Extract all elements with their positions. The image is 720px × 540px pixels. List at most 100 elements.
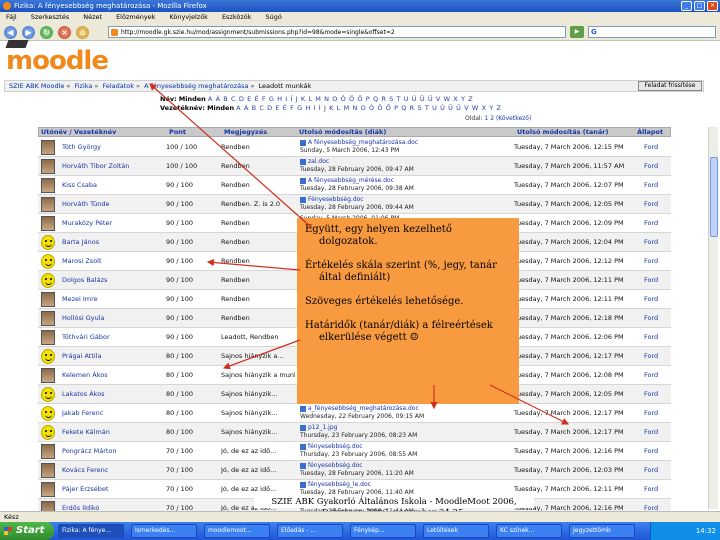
menu-bookmarks[interactable]: Könyvjelzők	[169, 12, 208, 23]
scrollbar-thumb[interactable]	[710, 157, 718, 237]
grade-value[interactable]: 90 / 100	[166, 328, 218, 347]
user-photo[interactable]	[41, 159, 55, 174]
grade-value[interactable]: 100 / 100	[166, 157, 218, 176]
grade-status-link[interactable]: Ford	[644, 138, 668, 157]
grade-value[interactable]: 80 / 100	[166, 366, 218, 385]
grade-status-link[interactable]: Ford	[644, 442, 668, 461]
submitted-file-link[interactable]: Fényesebbség.doc	[308, 196, 364, 203]
user-photo[interactable]	[41, 216, 55, 231]
breadcrumb-site[interactable]: SZIE ABK Moodle	[9, 82, 64, 90]
student-name[interactable]: Jakab Ferenc	[62, 404, 162, 423]
go-button[interactable]: ▶	[570, 26, 584, 38]
user-smiley-icon[interactable]	[41, 273, 55, 288]
taskbar-item[interactable]: Jegyzettömb	[569, 524, 635, 538]
grade-value[interactable]: 70 / 100	[166, 480, 218, 499]
forward-icon[interactable]: ▶	[22, 26, 35, 39]
first-name-filter-letters[interactable]: A Á B C D E É F G H I Í J K L M N O Ó Ö …	[208, 95, 473, 103]
grade-status-link[interactable]: Ford	[644, 233, 668, 252]
header-grade[interactable]: Pont	[169, 128, 186, 137]
user-photo[interactable]	[41, 178, 55, 193]
submitted-file-link[interactable]: fényesebbség_le.doc	[308, 481, 371, 488]
grade-value[interactable]: 90 / 100	[166, 195, 218, 214]
grade-status-link[interactable]: Ford	[644, 328, 668, 347]
grade-value[interactable]: 90 / 100	[166, 214, 218, 233]
grade-value[interactable]: 90 / 100	[166, 252, 218, 271]
breadcrumb-course[interactable]: Fizika	[74, 82, 92, 90]
grade-value[interactable]: 80 / 100	[166, 423, 218, 442]
user-smiley-icon[interactable]	[41, 254, 55, 269]
update-assignment-button[interactable]: Feladat frissítése	[638, 81, 702, 91]
header-student-modified[interactable]: Utolsó módosítás (diák)	[299, 128, 386, 137]
user-photo[interactable]	[41, 197, 55, 212]
grade-status-link[interactable]: Ford	[644, 404, 668, 423]
student-name[interactable]: Lakatos Ákos	[62, 385, 162, 404]
submitted-file-link[interactable]: fényesebbség.doc	[308, 462, 363, 469]
user-photo[interactable]	[41, 482, 55, 497]
student-name[interactable]: Mezei Imre	[62, 290, 162, 309]
grade-value[interactable]: 90 / 100	[166, 271, 218, 290]
submitted-file-link[interactable]: A fényesebbség_meghatározása.doc	[308, 139, 418, 146]
student-name[interactable]: Kelemen Ákos	[62, 366, 162, 385]
grade-status-link[interactable]: Ford	[644, 252, 668, 271]
grade-value[interactable]: 100 / 100	[166, 138, 218, 157]
submitted-file-link[interactable]: A fényesebbség_mérése.doc	[308, 177, 394, 184]
grade-value[interactable]: 70 / 100	[166, 442, 218, 461]
grade-status-link[interactable]: Ford	[644, 309, 668, 328]
user-smiley-icon[interactable]	[41, 387, 55, 402]
grade-status-link[interactable]: Ford	[644, 480, 668, 499]
grade-status-link[interactable]: Ford	[644, 290, 668, 309]
menu-edit[interactable]: Szerkesztés	[31, 12, 69, 23]
header-status[interactable]: Állapot	[637, 128, 663, 137]
student-name[interactable]: Hollósi Gyula	[62, 309, 162, 328]
student-name[interactable]: Pongrácz Márton	[62, 442, 162, 461]
moodle-logo[interactable]: moodle	[5, 40, 109, 76]
user-photo[interactable]	[41, 140, 55, 155]
grade-status-link[interactable]: Ford	[644, 461, 668, 480]
grade-value[interactable]: 80 / 100	[166, 385, 218, 404]
menu-tools[interactable]: Eszközök	[222, 12, 252, 23]
grade-status-link[interactable]: Ford	[644, 423, 668, 442]
menu-view[interactable]: Nézet	[83, 12, 102, 23]
user-photo[interactable]	[41, 444, 55, 459]
breadcrumb-assignment[interactable]: A fényesebbség meghatározása	[144, 82, 248, 90]
first-name-filter-all[interactable]: Minden	[179, 95, 206, 103]
student-name[interactable]: Kovács Ferenc	[62, 461, 162, 480]
taskbar-item[interactable]: Letöltések	[423, 524, 489, 538]
header-name[interactable]: Utónév / Vezetéknév	[41, 128, 116, 137]
user-photo[interactable]	[41, 330, 55, 345]
address-bar[interactable]: http://moodle.gk.szie.hu/mod/assignment/…	[108, 26, 566, 38]
submitted-file-link[interactable]: zal.doc	[308, 158, 329, 165]
user-smiley-icon[interactable]	[41, 406, 55, 421]
student-name[interactable]: Tóthvári Gábor	[62, 328, 162, 347]
search-box[interactable]: G	[588, 26, 716, 38]
user-smiley-icon[interactable]	[41, 425, 55, 440]
user-photo[interactable]	[41, 292, 55, 307]
student-name[interactable]: Tóth György	[62, 138, 162, 157]
grade-status-link[interactable]: Ford	[644, 157, 668, 176]
taskbar-item[interactable]: KC színek...	[496, 524, 562, 538]
grade-status-link[interactable]: Ford	[644, 214, 668, 233]
menu-file[interactable]: Fájl	[6, 12, 17, 23]
surname-filter-letters[interactable]: A Á B C D E É F G H I Í J K L M N O Ó Ö …	[236, 104, 501, 112]
back-icon[interactable]: ◀	[4, 26, 17, 39]
student-name[interactable]: Fekete Kálmán	[62, 423, 162, 442]
student-name[interactable]: Pájer Erzsébet	[62, 480, 162, 499]
start-button[interactable]: Start	[0, 522, 54, 540]
student-name[interactable]: Muraközy Péter	[62, 214, 162, 233]
taskbar-item[interactable]: Ismerkedés...	[131, 524, 197, 538]
submitted-file-link[interactable]: fényesebbség.doc	[308, 443, 363, 450]
grade-value[interactable]: 90 / 100	[166, 309, 218, 328]
grade-status-link[interactable]: Ford	[644, 176, 668, 195]
student-name[interactable]: Horváth Tünde	[62, 195, 162, 214]
grade-value[interactable]: 90 / 100	[166, 176, 218, 195]
user-photo[interactable]	[41, 463, 55, 478]
header-teacher-modified[interactable]: Utolsó módosítás (tanár)	[517, 128, 608, 137]
student-name[interactable]: Kiss Csaba	[62, 176, 162, 195]
submitted-file-link[interactable]: a_fényesebbség_meghatározása.doc	[308, 405, 419, 412]
taskbar-item[interactable]: Előadás - ...	[277, 524, 343, 538]
user-photo[interactable]	[41, 311, 55, 326]
user-smiley-icon[interactable]	[41, 349, 55, 364]
student-name[interactable]: Barta János	[62, 233, 162, 252]
grade-status-link[interactable]: Ford	[644, 366, 668, 385]
minimize-button[interactable]: _	[681, 1, 692, 11]
